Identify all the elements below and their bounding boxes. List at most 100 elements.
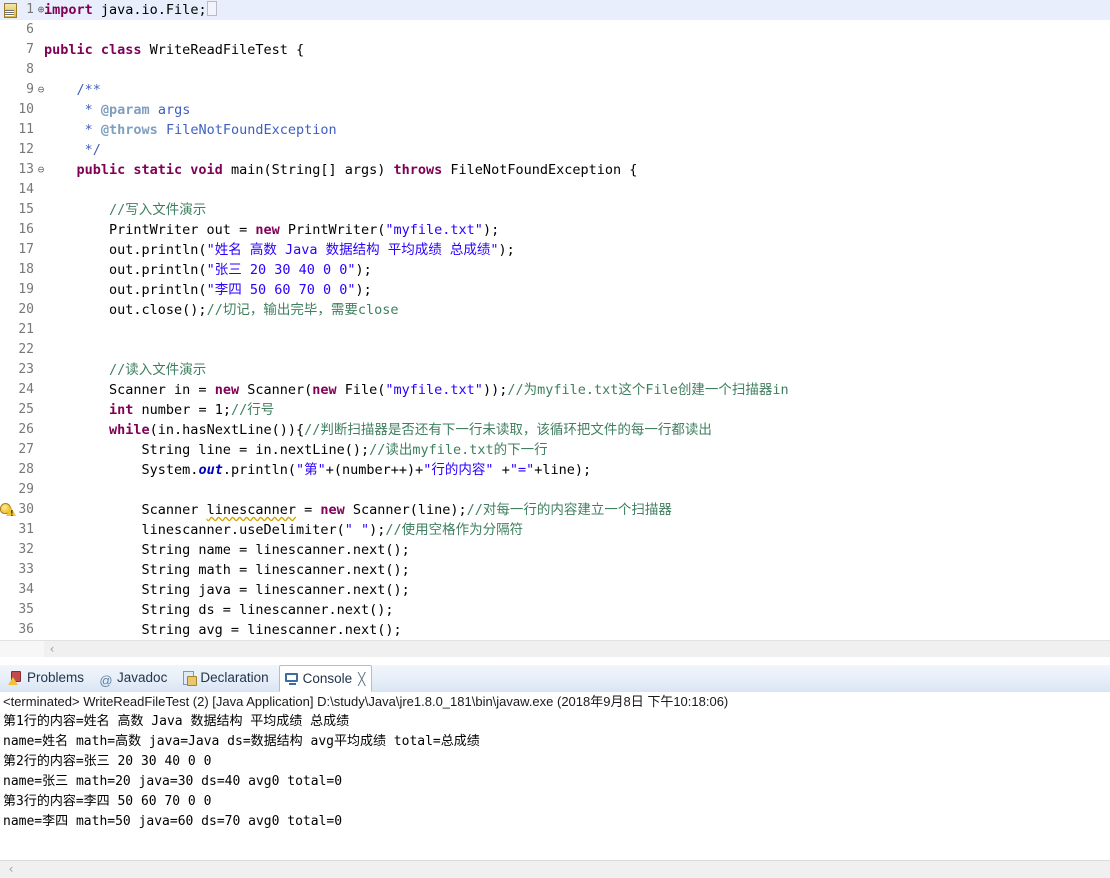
code-line-26[interactable]: 26 while(in.hasNextLine()){//判断扫描器是否还有下一… — [0, 420, 1110, 440]
scrollbar-gutter-pad — [0, 641, 44, 657]
token-kw: while — [109, 422, 150, 438]
line-number: 7 — [26, 42, 34, 57]
token-kw: public class — [44, 42, 142, 58]
token-plain: String java = linescanner.next(); — [44, 582, 410, 598]
console-output-line: 第3行的内容=李四 50 60 70 0 0 — [3, 794, 212, 809]
code-line-16[interactable]: 16 PrintWriter out = new PrintWriter("my… — [0, 220, 1110, 240]
code-line-32[interactable]: 32 String name = linescanner.next(); — [0, 540, 1110, 560]
code-line-25[interactable]: 25 int number = 1;//行号 — [0, 400, 1110, 420]
tab-javadoc[interactable]: @ Javadoc — [94, 665, 173, 692]
code-line-11[interactable]: 11 * @throws FileNotFoundException — [0, 120, 1110, 140]
code-line-21[interactable]: 21 — [0, 320, 1110, 340]
tab-label: Javadoc — [117, 670, 168, 685]
token-cmt: //读出myfile.txt的下一行 — [369, 442, 548, 458]
code-line-9[interactable]: 9 ⊖ /** — [0, 80, 1110, 100]
code-line-13[interactable]: 13 ⊖ public static void main(String[] arg… — [0, 160, 1110, 180]
editor-horizontal-scrollbar[interactable]: ‹ — [0, 640, 1110, 657]
token-plain: java.io.File; — [92, 2, 207, 18]
line-number: 8 — [26, 62, 34, 77]
line-number: 36 — [18, 622, 34, 637]
token-cmt: //行号 — [230, 402, 275, 418]
code-line-10[interactable]: 10 * @param args — [0, 100, 1110, 120]
code-line-33[interactable]: 33 String math = linescanner.next(); — [0, 560, 1110, 580]
tab-problems[interactable]: Problems — [4, 665, 90, 692]
code-line-1[interactable]: 1 ⊕ import java.io.File; — [0, 0, 1110, 20]
token-plain: out.close(); — [44, 302, 207, 318]
code-line-27[interactable]: 27 String line = in.nextLine();//读出myfil… — [0, 440, 1110, 460]
code-line-7[interactable]: 7 public class WriteReadFileTest { — [0, 40, 1110, 60]
token-jtag: @throws — [100, 122, 158, 138]
problems-icon — [8, 671, 24, 685]
code-area[interactable]: 1 ⊕ import java.io.File; 6 7 public class Wri… — [0, 0, 1110, 640]
token-str: " " — [344, 522, 370, 538]
code-text: String name = linescanner.next(); — [44, 540, 410, 560]
code-text: System.out.println("第"+(number++)+"行的内容"… — [44, 460, 592, 480]
line-number: 15 — [18, 202, 34, 217]
code-line-17[interactable]: 17 out.println("姓名 高数 Java 数据结构 平均成绩 总成绩… — [0, 240, 1110, 260]
token-plain: +line); — [534, 462, 592, 478]
token-plain: ); — [498, 242, 515, 258]
console-output-line: name=姓名 math=高数 java=Java ds=数据结构 avg平均成… — [3, 734, 480, 749]
code-line-31[interactable]: 31 linescanner.useDelimiter(" ");//使用空格作… — [0, 520, 1110, 540]
code-line-18[interactable]: 18 out.println("张三 20 30 40 0 0"); — [0, 260, 1110, 280]
token-str: "张三 20 30 40 0 0" — [206, 262, 356, 278]
tab-label: Console — [302, 671, 353, 686]
token-plain: Scanner in = — [44, 382, 215, 398]
code-line-29[interactable]: 29 — [0, 480, 1110, 500]
token-kw: int — [109, 402, 134, 418]
token-kw: new — [320, 502, 345, 518]
code-line-8[interactable]: 8 — [0, 60, 1110, 80]
tab-label: Declaration — [200, 670, 269, 685]
code-line-23[interactable]: 23 //读入文件演示 — [0, 360, 1110, 380]
tab-console[interactable]: Console ╳ — [278, 665, 373, 692]
code-line-30[interactable]: ! 30 Scanner linescanner = new Scanner(li… — [0, 500, 1110, 520]
code-line-36[interactable]: 36 String avg = linescanner.next(); — [0, 620, 1110, 640]
code-line-34[interactable]: 34 String java = linescanner.next(); — [0, 580, 1110, 600]
token-plain: )); — [482, 382, 508, 398]
token-kw: public static void — [76, 162, 223, 178]
code-text: PrintWriter out = new PrintWriter("myfil… — [44, 220, 499, 240]
line-number: 13 — [18, 162, 34, 177]
close-icon[interactable]: ╳ — [358, 672, 365, 686]
line-number: 32 — [18, 542, 34, 557]
token-kw: throws — [393, 162, 443, 178]
line-number: 6 — [26, 22, 34, 37]
code-text: out.println("李四 50 60 70 0 0"); — [44, 280, 372, 300]
code-line-6[interactable]: 6 — [0, 20, 1110, 40]
token-jdoc: args — [149, 102, 191, 118]
console-horizontal-scrollbar[interactable]: ‹ — [0, 860, 1110, 878]
code-line-28[interactable]: 28 System.out.println("第"+(number++)+"行的… — [0, 460, 1110, 480]
line-number: 1 — [26, 2, 34, 17]
console-output-area[interactable]: <terminated> WriteReadFileTest (2) [Java… — [0, 692, 1110, 860]
line-number: 12 — [18, 142, 34, 157]
line-number: 33 — [18, 562, 34, 577]
line-number: 34 — [18, 582, 34, 597]
code-line-15[interactable]: 15 //写入文件演示 — [0, 200, 1110, 220]
tab-declaration[interactable]: Declaration — [177, 665, 274, 692]
console-output-line: 第2行的内容=张三 20 30 40 0 0 — [3, 754, 212, 769]
token-plain: + — [493, 462, 510, 478]
code-line-24[interactable]: 24 Scanner in = new Scanner(new File("my… — [0, 380, 1110, 400]
token-jdoc: * — [44, 102, 101, 118]
java-editor-pane[interactable]: 1 ⊕ import java.io.File; 6 7 public class Wri… — [0, 0, 1110, 657]
console-output-line: name=李四 math=50 java=60 ds=70 avg0 total… — [3, 814, 343, 829]
token-plain: PrintWriter out = — [44, 222, 256, 238]
token-cmt: //使用空格作为分隔符 — [385, 522, 524, 538]
code-text: * @param args — [44, 100, 191, 120]
token-kw: new — [214, 382, 240, 398]
code-line-20[interactable]: 20 out.close();//切记，输出完毕，需要close — [0, 300, 1110, 320]
token-plain: Scanner( — [239, 382, 313, 398]
token-cmt: //对每一行的内容建立一个扫描器 — [466, 502, 672, 518]
console-scroll-left-chevron-icon[interactable]: ‹ — [4, 861, 18, 878]
console-icon — [284, 672, 300, 686]
code-line-35[interactable]: 35 String ds = linescanner.next(); — [0, 600, 1110, 620]
console-tab-bar[interactable]: Problems @ Javadoc Declaration Console ╳ — [0, 665, 1110, 693]
console-panel: Problems @ Javadoc Declaration Console ╳ <ter… — [0, 657, 1110, 878]
launch-config-header: <terminated> WriteReadFileTest (2) [Java… — [3, 694, 729, 709]
scroll-left-chevron-icon[interactable]: ‹ — [44, 641, 60, 657]
code-line-14[interactable]: 14 — [0, 180, 1110, 200]
code-line-12[interactable]: 12 */ — [0, 140, 1110, 160]
code-line-19[interactable]: 19 out.println("李四 50 60 70 0 0"); — [0, 280, 1110, 300]
code-line-22[interactable]: 22 — [0, 340, 1110, 360]
line-number: 30 — [18, 502, 34, 517]
